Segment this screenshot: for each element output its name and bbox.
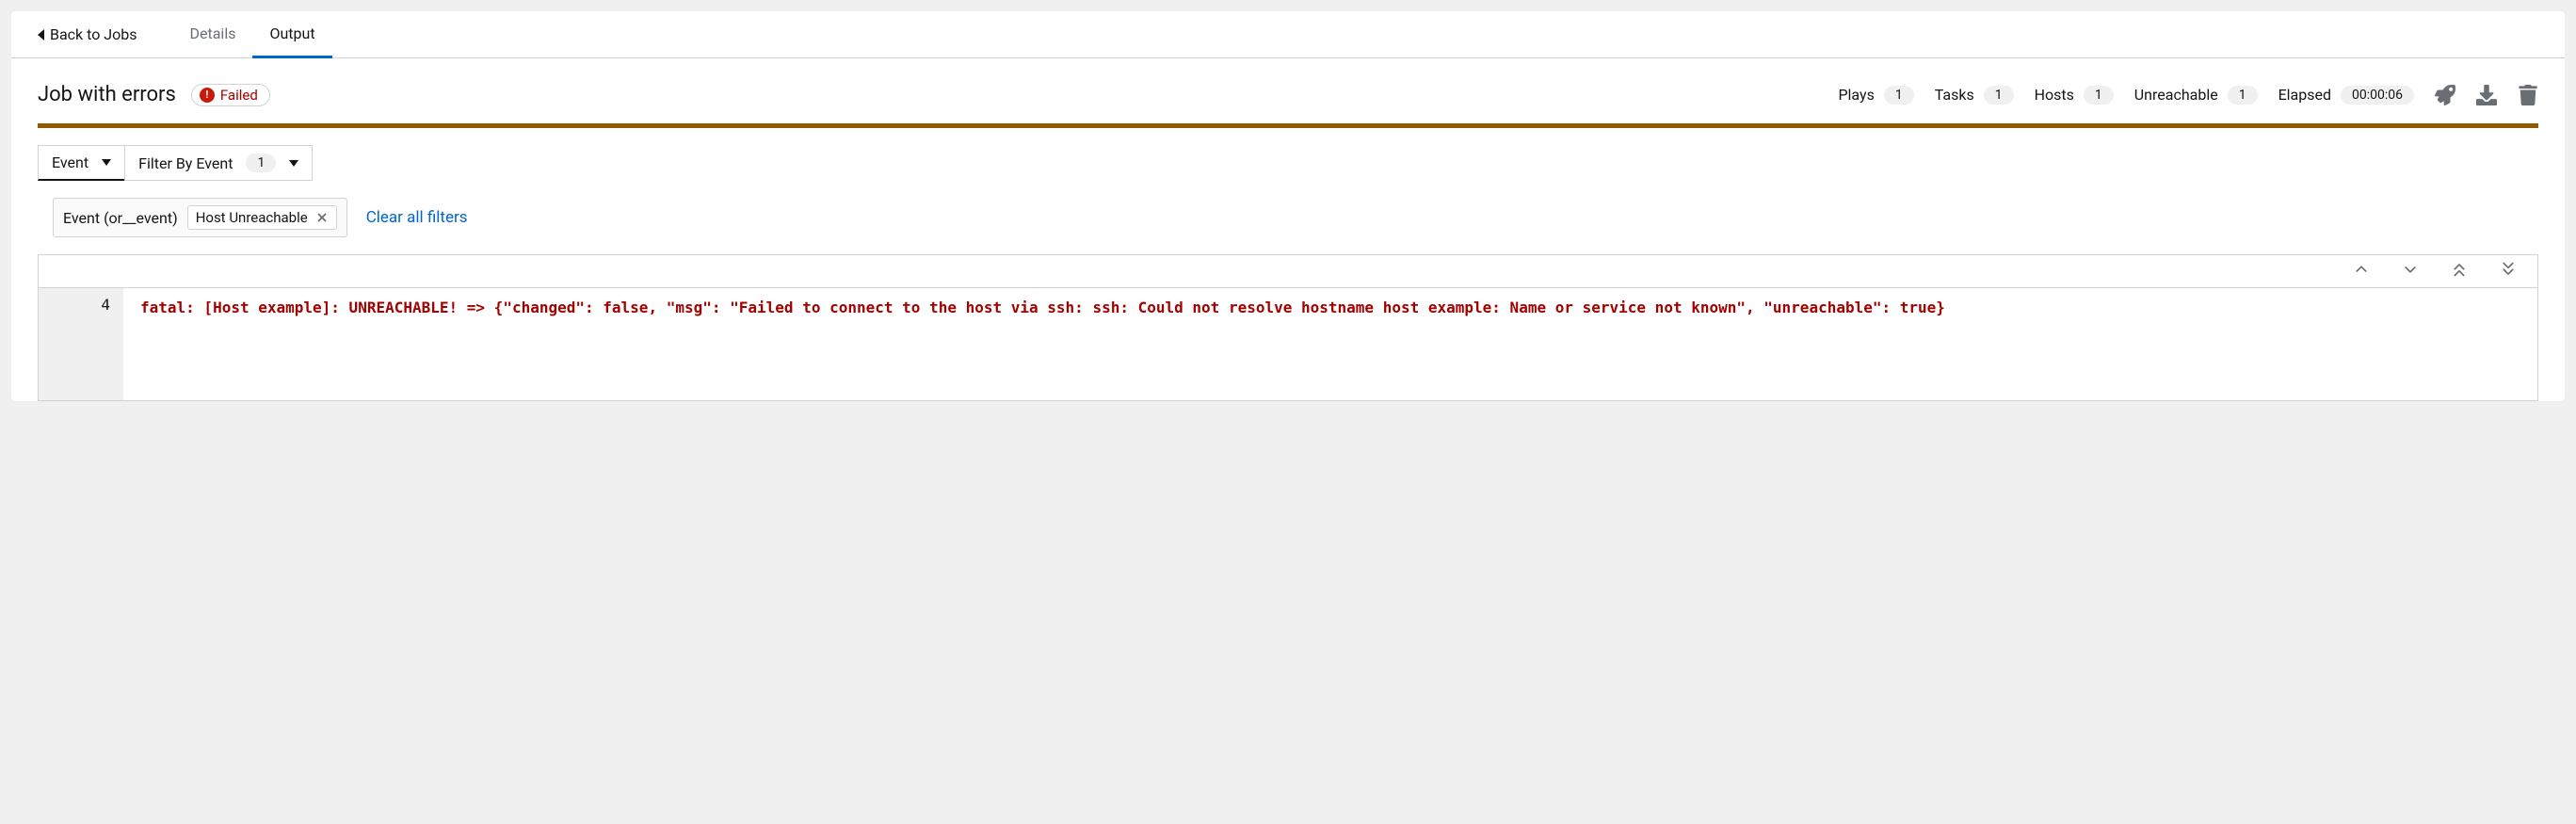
output-panel: 4 fatal: [Host example]: UNREACHABLE! =>…: [38, 254, 2538, 401]
filter-value-count: 1: [246, 153, 276, 172]
caret-down-icon: [289, 160, 298, 167]
relaunch-button[interactable]: [2435, 85, 2455, 105]
tasks-count: 1: [1984, 86, 2014, 105]
stat-unreachable: Unreachable 1: [2134, 86, 2258, 105]
page-card: Back to Jobs Details Output Job with err…: [11, 11, 2565, 401]
chip-text: Host Unreachable: [196, 209, 308, 226]
output-body: 4 fatal: [Host example]: UNREACHABLE! =>…: [39, 287, 2537, 400]
scroll-top-button[interactable]: [2451, 261, 2468, 282]
scroll-bottom-button[interactable]: [2500, 261, 2517, 282]
back-to-jobs-link[interactable]: Back to Jobs: [38, 12, 137, 57]
caret-down-icon: [102, 159, 111, 166]
chevron-down-icon: [2402, 261, 2419, 278]
line-number: 4: [46, 296, 110, 314]
filter-key-select[interactable]: Event: [38, 145, 124, 181]
caret-left-icon: [38, 29, 44, 40]
stat-hosts: Hosts 1: [2035, 86, 2114, 105]
unreachable-count: 1: [2228, 86, 2258, 105]
trash-icon: [2518, 85, 2538, 105]
status-divider: [38, 123, 2538, 128]
chip-group-label: Event (or__event): [63, 209, 178, 227]
delete-button[interactable]: [2518, 85, 2538, 105]
chevron-up-icon: [2353, 261, 2370, 278]
stat-plays: Plays 1: [1838, 86, 1913, 105]
double-chevron-up-icon: [2451, 261, 2468, 278]
rocket-icon: [2435, 85, 2455, 105]
filter-chip-group: Event (or__event) Host Unreachable: [53, 198, 347, 237]
close-icon[interactable]: [315, 211, 329, 224]
filter-value-label: Filter By Event: [138, 154, 233, 172]
active-filters-row: Event (or__event) Host Unreachable Clear…: [11, 198, 2565, 254]
header-row: Job with errors ! Failed Plays 1 Tasks 1…: [11, 58, 2565, 123]
status-label: Failed: [220, 87, 258, 104]
tab-details[interactable]: Details: [173, 11, 253, 58]
double-chevron-down-icon: [2500, 261, 2517, 278]
filter-chip: Host Unreachable: [187, 205, 337, 230]
line-number-gutter: 4: [39, 288, 123, 400]
tab-output[interactable]: Output: [252, 11, 331, 58]
output-line[interactable]: fatal: [Host example]: UNREACHABLE! => {…: [123, 288, 2537, 400]
plays-count: 1: [1884, 86, 1914, 105]
clear-filters-link[interactable]: Clear all filters: [366, 208, 468, 227]
download-icon: [2476, 85, 2497, 105]
page-title: Job with errors: [38, 83, 176, 106]
filter-value-select[interactable]: Filter By Event 1: [124, 145, 313, 181]
filter-key-label: Event: [52, 153, 89, 171]
elapsed-value: 00:00:06: [2341, 86, 2414, 105]
failed-icon: !: [200, 88, 215, 103]
download-button[interactable]: [2476, 85, 2497, 105]
filters-row: Event Filter By Event 1: [11, 145, 2565, 198]
tab-bar: Back to Jobs Details Output: [11, 11, 2565, 58]
stat-tasks: Tasks 1: [1935, 86, 2014, 105]
status-badge: ! Failed: [191, 84, 270, 106]
stat-elapsed: Elapsed 00:00:06: [2278, 86, 2414, 105]
scroll-up-button[interactable]: [2353, 261, 2370, 282]
output-toolbar: [39, 255, 2537, 287]
header-stats: Plays 1 Tasks 1 Hosts 1 Unreachable 1 El…: [1838, 85, 2538, 105]
scroll-down-button[interactable]: [2402, 261, 2419, 282]
hosts-count: 1: [2084, 86, 2114, 105]
back-label: Back to Jobs: [50, 25, 137, 43]
